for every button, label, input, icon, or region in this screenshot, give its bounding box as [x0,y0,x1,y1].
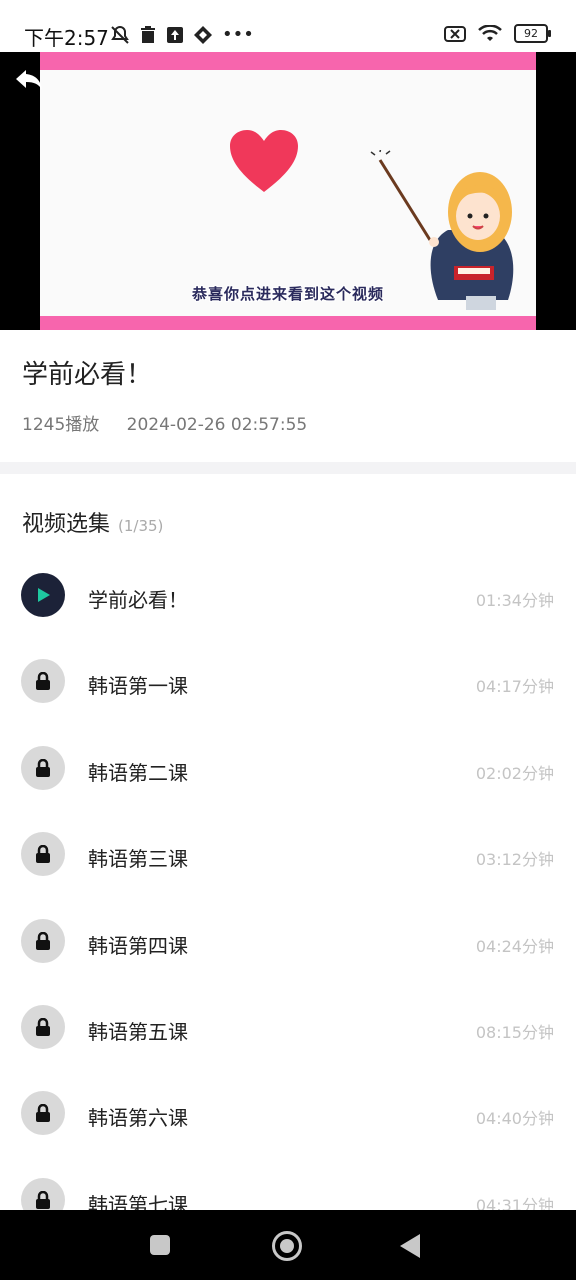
episode-duration: 01:34分钟 [475,591,554,610]
play-icon [21,573,65,617]
episode-item[interactable]: 韩语第三课 03:12分钟 [0,811,576,897]
episode-label: 韩语第五课 [88,1019,188,1044]
episode-item[interactable]: 学前必看！ 01:34分钟 [0,552,576,638]
status-notification-icons: ••• [110,24,254,45]
status-bar: 下午2:57 ••• 92 [0,0,576,52]
home-icon[interactable] [272,1231,302,1261]
lock-icon [21,745,65,790]
episode-duration: 04:24分钟 [475,936,554,956]
trash-icon [141,25,155,43]
episode-label: 韩语第六课 [88,1106,188,1131]
nav-back-icon[interactable] [400,1234,420,1258]
video-border-top [40,52,536,70]
heart-icon [230,130,298,192]
video-title: 学前必看！ [22,360,153,390]
video-meta: 1245播放 2024-02-26 02:57:55 [22,410,329,435]
video-frame[interactable]: 恭喜你点进来看到这个视频 [40,52,536,330]
episode-label: 学前必看！ [88,588,188,612]
upload-icon [167,26,183,43]
episode-item[interactable]: 韩语第六课 04:40分钟 [0,1070,576,1156]
episode-duration: 02:02分钟 [475,763,554,783]
episode-item[interactable]: 韩语第一课 04:17分钟 [0,638,576,724]
publish-date: 2024-02-26 02:57:55 [126,415,308,435]
video-info: 学前必看！ 1245播放 2024-02-26 02:57:55 [0,330,576,462]
lock-icon [21,1004,65,1049]
episode-duration: 03:12分钟 [475,850,554,870]
lock-icon [21,832,65,877]
status-time: 下午2:57 [24,26,109,50]
episode-item[interactable]: 韩语第二课 02:02分钟 [0,725,576,811]
system-nav-bar [0,1210,576,1280]
episode-duration: 04:17分钟 [475,677,554,697]
back-arrow-icon[interactable] [14,66,44,96]
more-notifications-icon: ••• [222,24,254,45]
video-subtitle: 恭喜你点进来看到这个视频 [191,285,384,303]
lock-icon [21,1091,65,1136]
episode-list: 学前必看！ 01:34分钟 韩语第一课 04:17分钟 韩语第二课 02:02分… [0,552,576,1243]
episodes-title: 视频选集 [22,512,111,537]
recents-icon[interactable] [150,1235,170,1255]
lock-icon [21,659,65,704]
episode-label: 韩语第四课 [88,933,188,958]
episode-item[interactable]: 韩语第四课 04:24分钟 [0,898,576,984]
episode-duration: 08:15分钟 [475,1022,554,1042]
battery-icon: 92 [514,24,551,43]
episodes-heading: 视频选集 (1/35) [22,506,163,538]
video-player[interactable]: 恭喜你点进来看到这个视频 [0,52,576,330]
episode-duration: 04:40分钟 [475,1109,554,1129]
episode-item[interactable]: 韩语第五课 08:15分钟 [0,984,576,1070]
section-divider [0,462,576,474]
episode-label: 韩语第三课 [88,847,188,872]
mute-bell-icon [111,25,129,44]
video-border-bottom [40,316,536,330]
episodes-count: (1/35) [118,517,164,535]
episode-label: 韩语第二课 [88,760,188,785]
episode-label: 韩语第一课 [88,674,188,699]
wifi-icon [478,24,502,41]
status-system-icons: 92 [444,24,551,43]
app-icon [194,25,212,44]
no-sim-icon [444,25,466,42]
play-count: 1245播放 [22,415,100,435]
lock-icon [21,918,65,963]
